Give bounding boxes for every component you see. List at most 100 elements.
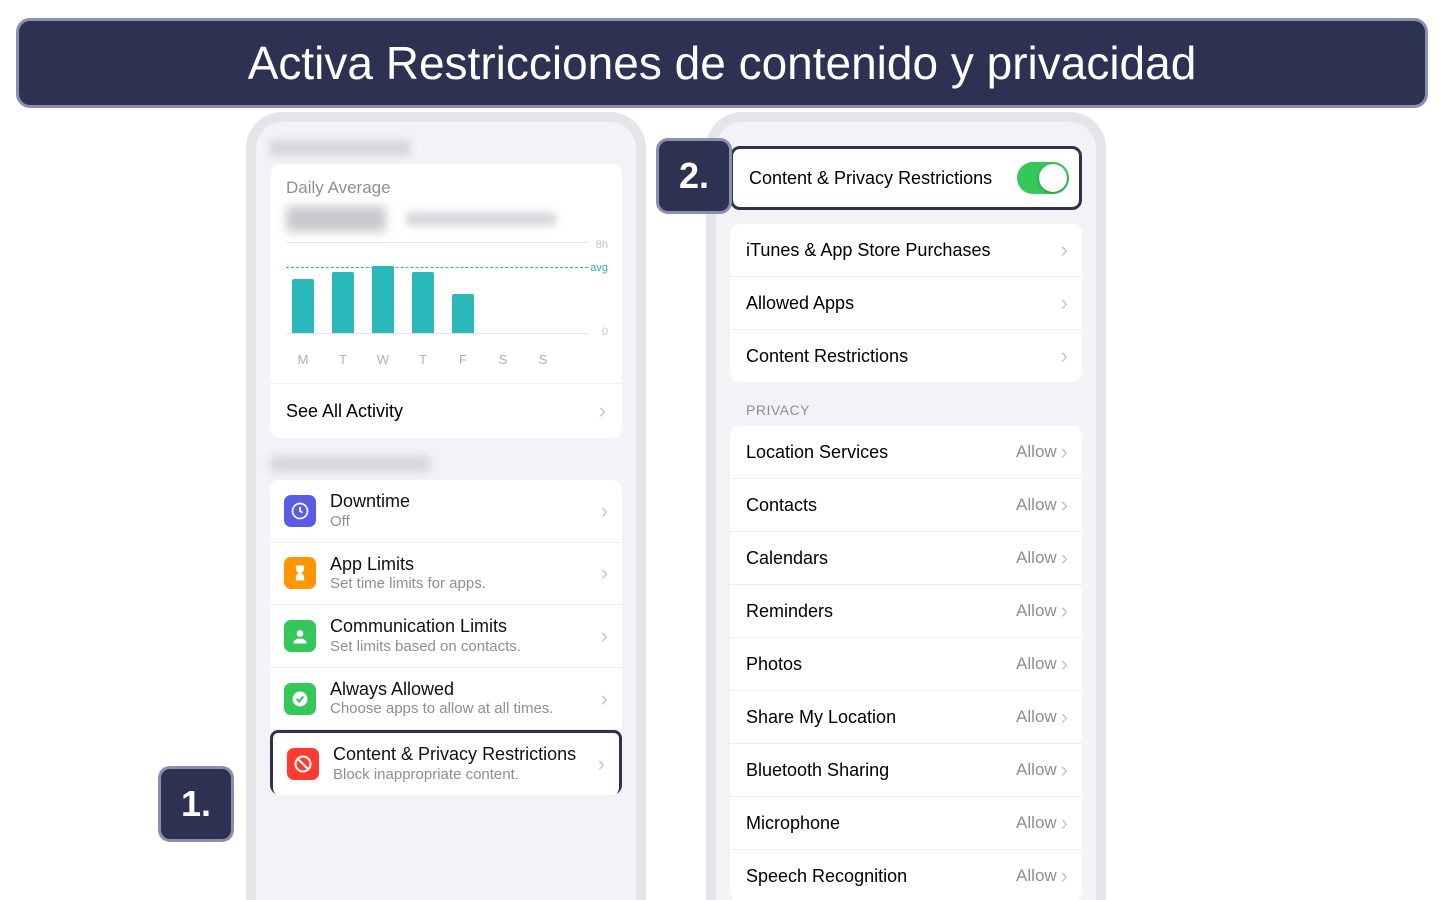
row-allowed-apps[interactable]: Allowed Apps › — [730, 277, 1082, 330]
applimits-sub: Set time limits for apps. — [330, 575, 595, 593]
day-w: W — [372, 352, 394, 367]
chevron-right-icon: › — [1061, 757, 1068, 783]
chevron-right-icon: › — [599, 398, 606, 424]
blurred-header — [270, 140, 410, 156]
calendars-label: Calendars — [746, 548, 828, 569]
privacy-group: Location Services Allow› Contacts Allow›… — [730, 426, 1082, 900]
content-icon — [287, 748, 319, 780]
applimits-title: App Limits — [330, 554, 595, 576]
microphone-label: Microphone — [746, 813, 840, 834]
allowed-sub: Choose apps to allow at all times. — [330, 700, 595, 718]
y-label-8h: 8h — [596, 239, 608, 251]
chevron-right-icon: › — [595, 623, 608, 649]
step-1-label: 1. — [181, 783, 211, 825]
allow-value: Allow — [1016, 442, 1057, 462]
row-speech-recognition[interactable]: Speech Recognition Allow› — [730, 850, 1082, 900]
y-label-0: 0 — [602, 326, 608, 338]
blurred-subvalue — [406, 212, 556, 226]
allowed-title: Always Allowed — [330, 679, 595, 701]
row-itunes-appstore[interactable]: iTunes & App Store Purchases › — [730, 224, 1082, 277]
title-text: Activa Restricciones de contenido y priv… — [248, 36, 1197, 90]
title-banner: Activa Restricciones de contenido y priv… — [16, 18, 1428, 108]
day-f: F — [452, 352, 474, 367]
bluetooth-label: Bluetooth Sharing — [746, 760, 889, 781]
reminders-label: Reminders — [746, 601, 833, 622]
chevron-right-icon: › — [1061, 651, 1068, 677]
allow-value: Allow — [1016, 548, 1057, 568]
toggle-on-icon[interactable] — [1017, 162, 1069, 194]
row-always-allowed[interactable]: Always Allowed Choose apps to allow at a… — [270, 668, 622, 731]
step-badge-2: 2. — [656, 138, 732, 214]
row-contacts[interactable]: Contacts Allow› — [730, 479, 1082, 532]
bar-fri — [452, 294, 474, 334]
commlimits-sub: Set limits based on contacts. — [330, 638, 595, 656]
speech-label: Speech Recognition — [746, 866, 907, 887]
contacts-label: Contacts — [746, 495, 817, 516]
see-all-activity-row[interactable]: See All Activity › — [270, 383, 622, 438]
allow-value: Allow — [1016, 495, 1057, 515]
day-s: S — [492, 352, 514, 367]
allow-value: Allow — [1016, 654, 1057, 674]
row-content-restrictions[interactable]: Content Restrictions › — [730, 330, 1082, 382]
row-photos[interactable]: Photos Allow› — [730, 638, 1082, 691]
downtime-icon — [284, 495, 316, 527]
row-microphone[interactable]: Microphone Allow› — [730, 797, 1082, 850]
row-app-limits[interactable]: App Limits Set time limits for apps. › — [270, 543, 622, 606]
y-label-avg: avg — [590, 262, 608, 274]
day-m: M — [292, 352, 314, 367]
share-location-label: Share My Location — [746, 707, 896, 728]
row-communication-limits[interactable]: Communication Limits Set limits based on… — [270, 605, 622, 668]
daily-average-label: Daily Average — [286, 178, 606, 198]
see-all-label: See All Activity — [286, 401, 403, 422]
allow-value: Allow — [1016, 760, 1057, 780]
allow-value: Allow — [1016, 866, 1057, 886]
content-title: Content & Privacy Restrictions — [333, 744, 592, 766]
chevron-right-icon: › — [1061, 237, 1068, 263]
downtime-sub: Off — [330, 513, 595, 531]
chevron-right-icon: › — [595, 560, 608, 586]
allow-value: Allow — [1016, 813, 1057, 833]
chevron-right-icon: › — [1061, 810, 1068, 836]
commlimits-icon — [284, 620, 316, 652]
day-labels: M T W T F S S — [286, 352, 606, 377]
bar-mon — [292, 279, 314, 334]
blurred-section-header — [270, 456, 430, 472]
itunes-label: iTunes & App Store Purchases — [746, 240, 990, 261]
chevron-right-icon: › — [1061, 439, 1068, 465]
row-downtime[interactable]: Downtime Off › — [270, 480, 622, 543]
usage-bar-chart: 8h avg 0 — [286, 242, 606, 352]
allowed-icon — [284, 683, 316, 715]
applimits-icon — [284, 557, 316, 589]
row-calendars[interactable]: Calendars Allow› — [730, 532, 1082, 585]
daily-average-card: Daily Average 8h avg 0 M — [270, 164, 622, 438]
chevron-right-icon: › — [592, 751, 605, 777]
day-s2: S — [532, 352, 554, 367]
row-share-my-location[interactable]: Share My Location Allow› — [730, 691, 1082, 744]
chevron-right-icon: › — [1061, 598, 1068, 624]
chevron-right-icon: › — [1061, 343, 1068, 369]
step-badge-1: 1. — [158, 766, 234, 842]
chevron-right-icon: › — [1061, 863, 1068, 889]
row-content-privacy-restrictions[interactable]: Content & Privacy Restrictions Block ina… — [270, 730, 622, 795]
allow-value: Allow — [1016, 707, 1057, 727]
content-privacy-toggle-row[interactable]: Content & Privacy Restrictions — [730, 146, 1082, 210]
privacy-section-header: PRIVACY — [746, 402, 1066, 418]
photos-label: Photos — [746, 654, 802, 675]
row-bluetooth-sharing[interactable]: Bluetooth Sharing Allow› — [730, 744, 1082, 797]
content-restrictions-label: Content Restrictions — [746, 346, 908, 367]
screen-time-options-list: Downtime Off › App Limits Set time limit… — [270, 480, 622, 795]
row-location-services[interactable]: Location Services Allow› — [730, 426, 1082, 479]
downtime-title: Downtime — [330, 491, 595, 513]
day-t: T — [332, 352, 354, 367]
toggle-label: Content & Privacy Restrictions — [749, 168, 992, 189]
chevron-right-icon: › — [595, 686, 608, 712]
screenshot-content-privacy: Content & Privacy Restrictions iTunes & … — [706, 112, 1106, 900]
chevron-right-icon: › — [1061, 704, 1068, 730]
allowed-apps-label: Allowed Apps — [746, 293, 854, 314]
row-reminders[interactable]: Reminders Allow› — [730, 585, 1082, 638]
bar-wed — [372, 266, 394, 334]
bar-tue — [332, 272, 354, 334]
screenshot-screen-time: Daily Average 8h avg 0 M — [246, 112, 646, 900]
step-2-label: 2. — [679, 155, 709, 197]
chevron-right-icon: › — [1061, 290, 1068, 316]
